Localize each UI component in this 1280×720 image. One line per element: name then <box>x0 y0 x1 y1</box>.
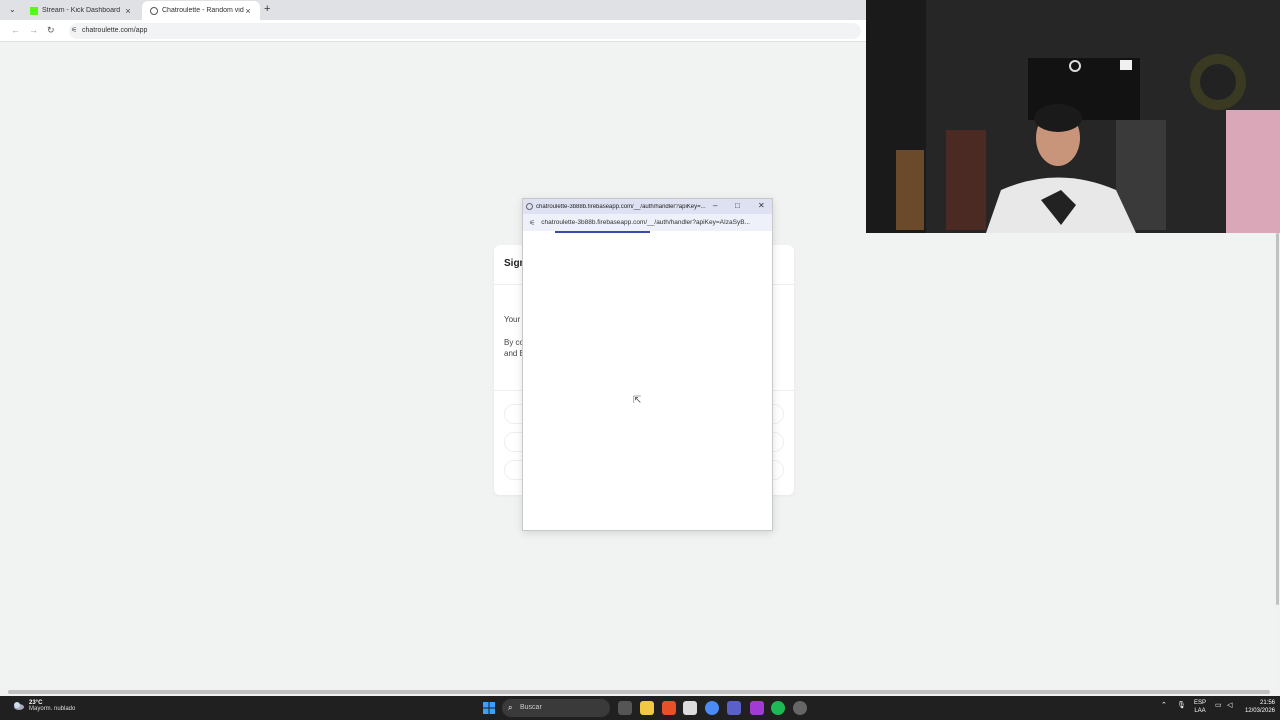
chatroulette-icon <box>150 6 158 15</box>
url-text: chatroulette.com/app <box>82 27 148 34</box>
new-tab-button[interactable]: + <box>264 3 270 15</box>
reload-icon[interactable]: ↻ <box>47 25 55 36</box>
webcam-image <box>866 0 1280 233</box>
language-code: ESP <box>1194 700 1207 706</box>
close-tab-icon[interactable]: × <box>124 6 132 16</box>
forward-arrow-icon[interactable]: → <box>29 25 38 35</box>
card-text: By co <box>504 338 525 347</box>
file-explorer-icon[interactable] <box>640 701 654 715</box>
back-arrow-icon[interactable]: ← <box>11 25 20 35</box>
weather-description: Mayorm. nublado <box>29 705 76 712</box>
show-hidden-icons-chevron[interactable]: ⌃ <box>1161 701 1167 709</box>
tab-kick-dashboard[interactable]: Stream - Kick Dashboard × <box>22 1 140 20</box>
windows-start-icon[interactable] <box>483 702 495 714</box>
cloud-icon <box>14 702 24 710</box>
search-icon: ⌕ <box>508 703 513 712</box>
site-settings-icon[interactable]: ⚟ <box>529 219 535 227</box>
address-bar-row: ← → ↻ ⚟ chatroulette.com/app <box>0 20 866 42</box>
time: 21:56 <box>1259 700 1275 706</box>
network-icon[interactable]: ▭ <box>1215 701 1222 709</box>
close-icon[interactable]: ✕ <box>758 201 765 210</box>
popup-title-bar[interactable]: chatroulette-3b88b.firebaseapp.com/__/au… <box>523 199 772 214</box>
popup-url-text: chatroulette-3b88b.firebaseapp.com/__/au… <box>541 219 750 226</box>
messenger-icon[interactable] <box>750 701 764 715</box>
tab-label: Stream - Kick Dashboard <box>42 7 121 14</box>
minimize-icon[interactable]: – <box>713 201 717 210</box>
keyboard-layout: LAA <box>1194 708 1206 714</box>
brave-icon[interactable] <box>662 701 676 715</box>
date: 12/03/2026 <box>1244 708 1275 714</box>
taskbar: 23°C Mayorm. nublado ⌕ Buscar ⌃ 🎙 ESP LA… <box>0 696 1280 720</box>
popup-title: chatroulette-3b88b.firebaseapp.com/__/au… <box>536 203 706 210</box>
webcam-overlay <box>866 0 1280 233</box>
vertical-scrollbar-thumb[interactable] <box>1276 233 1279 605</box>
auth-popup-window: chatroulette-3b88b.firebaseapp.com/__/au… <box>522 198 773 531</box>
tab-search-chevron-icon[interactable]: ⌄ <box>9 5 16 14</box>
microphone-icon[interactable]: 🎙 <box>1177 701 1186 709</box>
site-settings-icon[interactable]: ⚟ <box>71 23 77 39</box>
popup-url-bar[interactable]: ⚟ chatroulette-3b88b.firebaseapp.com/__/… <box>523 214 772 231</box>
tab-bar: ⌄ Stream - Kick Dashboard × Chatroulette… <box>0 0 866 20</box>
search-placeholder: Buscar <box>520 704 542 711</box>
horizontal-scrollbar-thumb[interactable] <box>8 690 1270 694</box>
weather-widget[interactable]: 23°C Mayorm. nublado <box>12 699 75 712</box>
notepad-icon[interactable] <box>683 701 697 715</box>
loading-progress-bar <box>555 231 650 233</box>
teams-icon[interactable] <box>727 701 741 715</box>
taskbar-search-field[interactable]: ⌕ Buscar <box>502 699 610 717</box>
clock[interactable]: 21:56 12/03/2026 <box>1243 699 1275 715</box>
maximize-icon[interactable]: □ <box>735 201 740 210</box>
mouse-cursor-icon: ⇱ <box>633 395 642 406</box>
language-indicator[interactable]: ESP LAA <box>1194 699 1206 715</box>
app-icon[interactable] <box>793 701 807 715</box>
chrome-icon[interactable] <box>705 701 719 715</box>
tab-label: Chatroulette - Random video c <box>162 7 244 14</box>
close-tab-icon[interactable]: × <box>244 6 252 16</box>
spotify-icon[interactable] <box>771 701 785 715</box>
url-field[interactable]: ⚟ chatroulette.com/app <box>69 23 861 39</box>
globe-icon <box>526 203 533 210</box>
card-text: Your <box>504 315 521 324</box>
tab-chatroulette[interactable]: Chatroulette - Random video c × <box>142 1 260 20</box>
kick-icon <box>30 6 38 15</box>
task-view-icon[interactable] <box>618 701 632 715</box>
volume-icon[interactable]: ◁ <box>1227 701 1232 709</box>
